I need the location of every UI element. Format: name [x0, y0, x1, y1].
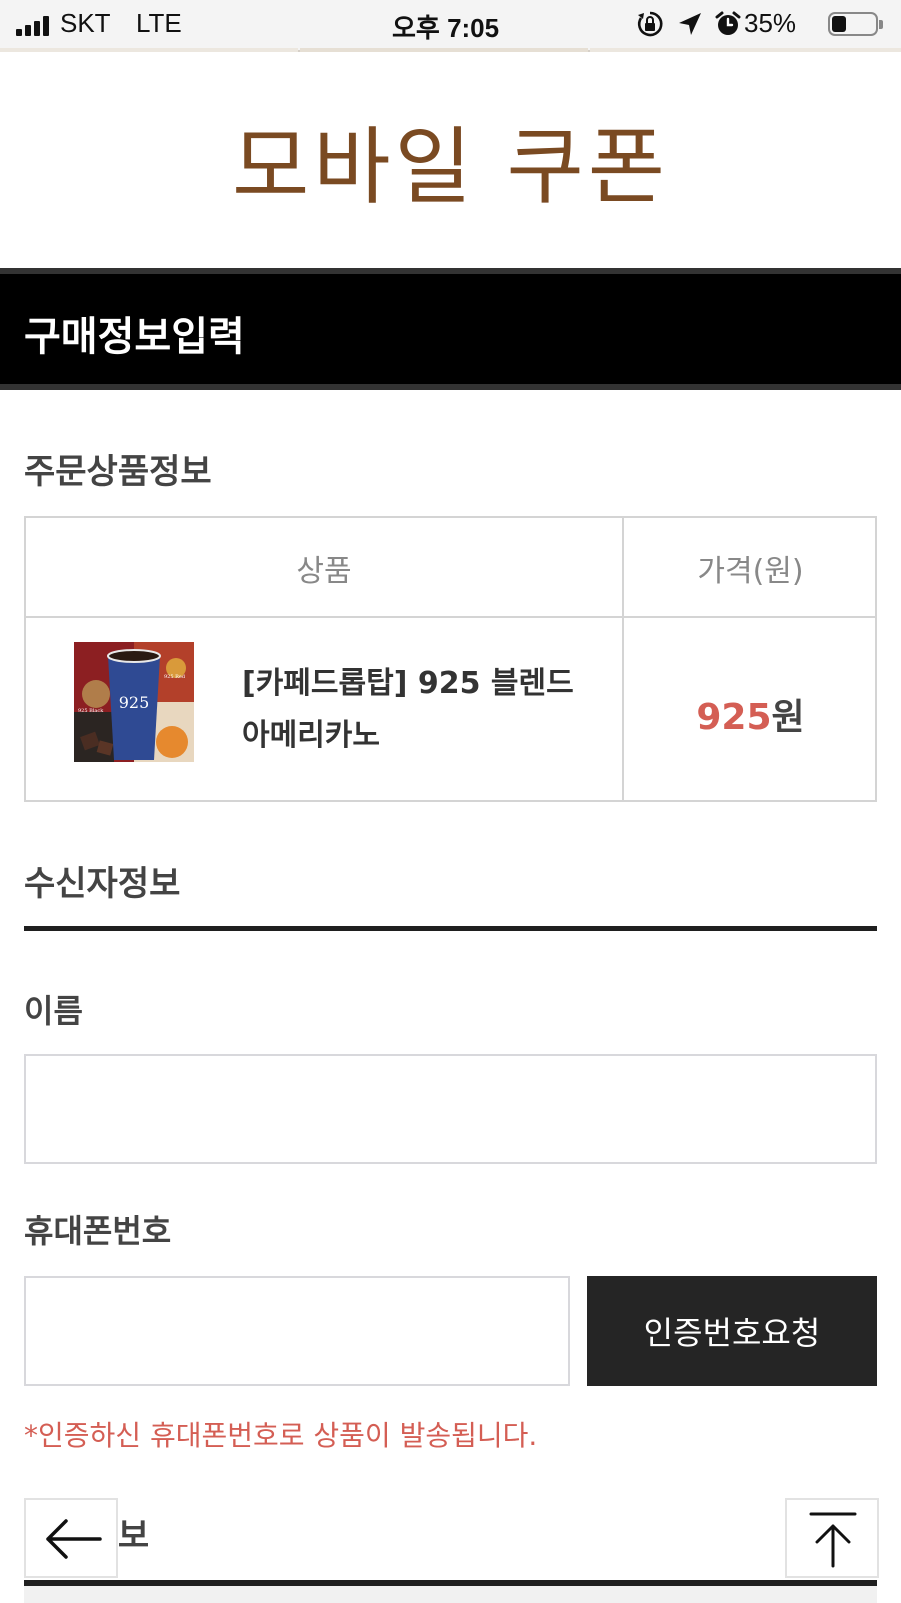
product-image: 925 925 Black 925 Red — [74, 642, 194, 762]
alarm-icon — [715, 11, 741, 35]
phone-label: 휴대폰번호 — [24, 1212, 172, 1250]
location-arrow-icon — [679, 13, 701, 35]
price-value: 925 — [696, 697, 772, 738]
signal-icon — [16, 14, 56, 36]
divider — [24, 926, 877, 931]
order-info-heading: 주문상품정보 — [24, 452, 212, 492]
product-image-right-text: 925 Red — [164, 674, 186, 680]
request-auth-code-button[interactable]: 인증번호요청 — [587, 1276, 877, 1386]
payment-section-body — [24, 1586, 877, 1603]
phone-input[interactable] — [24, 1276, 570, 1386]
section-header: 구매정보입력 — [0, 268, 901, 390]
name-input[interactable] — [24, 1054, 877, 1164]
product-image-center-text: 925 — [119, 693, 150, 712]
status-time: 오후 7:05 — [392, 13, 500, 43]
battery-icon — [828, 12, 884, 38]
product-name: [카페드롭탑] 925 블렌드 아메리카노 — [242, 666, 574, 753]
column-header-product: 상품 — [296, 554, 352, 589]
phone-notice: *인증하신 휴대폰번호로 상품이 발송됩니다. — [24, 1419, 538, 1452]
product-image-left-text: 925 Black — [78, 708, 104, 714]
name-label: 이름 — [24, 992, 83, 1030]
network-label: LTE — [136, 8, 182, 38]
recipient-heading: 수신자정보 — [24, 864, 181, 904]
order-table: 상품 가격(원) 925 925 Black 925 Red [카페드롭탑] 9… — [24, 516, 877, 802]
product-price: 925원 — [624, 688, 877, 740]
page-logo: 모바일 쿠폰 — [231, 118, 670, 216]
orientation-lock-icon — [637, 11, 663, 37]
column-header-price: 가격(원) — [697, 554, 804, 589]
battery-percent: 35% — [744, 8, 797, 38]
back-button[interactable] — [24, 1498, 118, 1578]
carrier-label: SKT — [60, 8, 111, 38]
back-arrow-icon — [46, 1519, 102, 1559]
price-unit: 원 — [771, 697, 805, 738]
status-bar: SKT LTE 오후 7:05 35% — [0, 0, 901, 52]
scroll-top-icon — [809, 1512, 857, 1568]
section-title: 구매정보입력 — [24, 314, 245, 360]
scroll-top-button[interactable] — [785, 1498, 879, 1578]
